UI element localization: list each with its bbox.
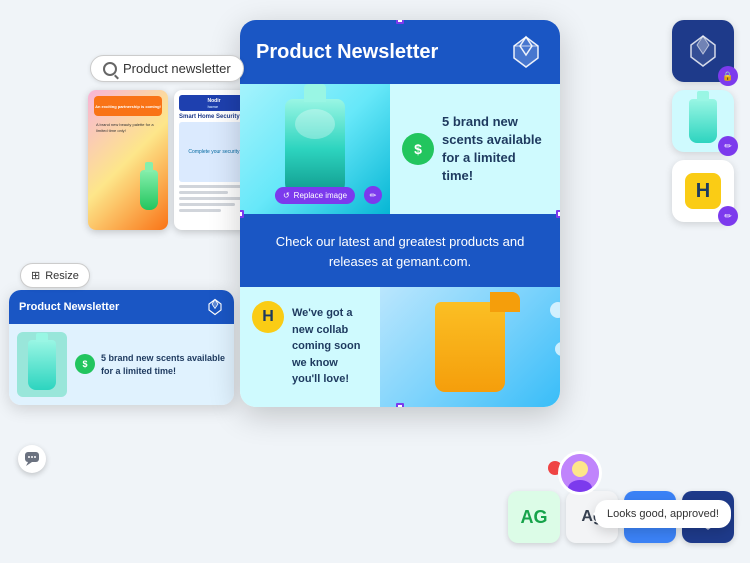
lock-badge-1: 🔒: [718, 66, 738, 86]
selection-handle-br[interactable]: [556, 403, 560, 407]
selection-handle-bl[interactable]: [240, 403, 244, 407]
green-circle-icon: $: [402, 133, 434, 165]
brand-ag-green[interactable]: AG: [508, 491, 560, 543]
resize-label: Resize: [45, 270, 79, 282]
mini-card-header: Product Newsletter: [9, 290, 234, 324]
section1-text: $ 5 brand new scents available for a lim…: [390, 84, 560, 214]
edit-badge-2: ✏: [718, 136, 738, 156]
collab-image-area[interactable]: [380, 287, 560, 407]
mini-card-title: Product Newsletter: [19, 301, 119, 313]
main-card-header: Product Newsletter: [240, 20, 560, 84]
main-card-title: Product Newsletter: [256, 41, 438, 64]
mini-bottle: [17, 332, 67, 397]
replace-image-button[interactable]: ↺ Replace image: [275, 187, 355, 204]
collab-description: We've got a new collab coming soon we kn…: [292, 301, 368, 388]
replace-image-label: Replace image: [294, 191, 347, 200]
thumb-header: An exciting partnership is coming!: [94, 96, 162, 116]
edit-badge-3: ✏: [718, 206, 738, 226]
user-avatar[interactable]: [558, 451, 602, 495]
main-section1: ↺ Replace image ✏ $ 5 brand new scents a…: [240, 84, 560, 216]
selection-handle-tr[interactable]: [556, 20, 560, 24]
search-input-value: Product newsletter: [123, 61, 231, 76]
selection-handle-lm[interactable]: [240, 210, 244, 218]
spray-bottle: [435, 302, 505, 392]
mini-preview-card: Product Newsletter $ 5 brand new scents …: [9, 290, 234, 405]
mini-card-body: $ 5 brand new scents available for a lim…: [9, 324, 234, 405]
section1-description: 5 brand new scents available for a limit…: [442, 113, 548, 186]
thumb-text-lines: [179, 185, 249, 225]
section2-text: Check our latest and greatest products a…: [260, 232, 540, 271]
right-icon-yellow-h[interactable]: H ✏: [672, 160, 734, 222]
search-bar[interactable]: Product newsletter: [90, 55, 244, 82]
approval-message: Looks good, approved!: [607, 508, 719, 520]
collab-text-area: H We've got a new collab coming soon we …: [240, 287, 380, 407]
brand-ag-label: AG: [521, 507, 548, 528]
right-icon-bottle[interactable]: ✏: [672, 90, 734, 152]
mini-text-block: $ 5 brand new scents available for a lim…: [75, 352, 226, 377]
mini-gem-icon: [206, 298, 224, 316]
right-icon-panel: 🔒 ✏ H ✏: [672, 20, 734, 222]
product-image-area[interactable]: ↺ Replace image ✏: [240, 84, 390, 214]
thumb-body-text: A brand new beauty palette for a limited…: [94, 120, 162, 137]
chat-bubble-icon: [24, 451, 40, 467]
selection-handle-bm[interactable]: [396, 403, 404, 407]
yellow-h-icon: H: [252, 301, 284, 333]
edit-dot[interactable]: ✏: [364, 186, 382, 204]
mini-description: 5 brand new scents available for a limit…: [101, 352, 226, 377]
right-icon-gem-dark[interactable]: 🔒: [672, 20, 734, 82]
selection-handle-tl[interactable]: [240, 20, 244, 24]
chat-icon[interactable]: [18, 445, 46, 473]
main-section3: H We've got a new collab coming soon we …: [240, 287, 560, 407]
thumbnail-pink[interactable]: An exciting partnership is coming! A bra…: [88, 90, 168, 230]
thumb-green-header: Nodir home: [179, 95, 249, 111]
thumb-product-image: [134, 170, 164, 220]
resize-icon: ⊞: [31, 269, 40, 282]
main-section2-banner: Check our latest and greatest products a…: [240, 216, 560, 287]
approval-bubble: Looks good, approved!: [595, 500, 731, 528]
avatar-image: [561, 454, 599, 492]
main-newsletter-card: Product Newsletter ↺ Replace image ✏ $ 5…: [240, 20, 560, 407]
resize-button[interactable]: ⊞ Resize: [20, 263, 90, 288]
selection-handle-rm[interactable]: [556, 210, 560, 218]
thumb-product-img-area: Complete your security: [179, 122, 249, 182]
search-icon: [103, 62, 117, 76]
main-gem-icon: [508, 34, 544, 70]
gem-icon-dark: [685, 33, 721, 69]
template-thumbnails: An exciting partnership is coming! A bra…: [88, 90, 254, 230]
mini-green-circle: $: [75, 354, 95, 374]
selection-handle-tm[interactable]: [396, 20, 404, 24]
product-bottle: [285, 99, 345, 199]
